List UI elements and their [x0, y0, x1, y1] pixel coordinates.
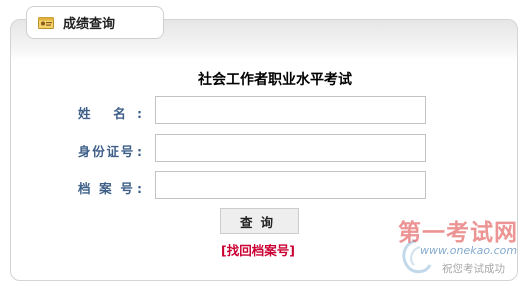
id-number-label-text: 身份证号: [78, 144, 135, 159]
name-input[interactable]: [155, 96, 426, 124]
tab-score-query[interactable]: 成绩查询: [26, 6, 164, 39]
find-file-number-link[interactable]: [找回档案号]: [221, 240, 295, 259]
name-label-colon: :: [137, 106, 142, 121]
name-label-text: 姓 名: [78, 106, 135, 121]
id-number-label-colon: :: [137, 144, 142, 159]
file-number-label: 档 案 号:: [78, 178, 142, 197]
tab-label: 成绩查询: [63, 17, 116, 32]
form-title: 社会工作者职业水平考试: [198, 72, 352, 88]
id-number-input[interactable]: [155, 134, 426, 162]
file-number-label-text: 档 案 号: [78, 181, 135, 196]
name-label: 姓 名:: [78, 103, 142, 122]
id-number-label: 身份证号:: [78, 141, 142, 160]
file-number-input[interactable]: [155, 171, 426, 199]
id-card-icon: [38, 15, 54, 30]
query-button[interactable]: 查询: [220, 208, 299, 234]
file-number-label-colon: :: [137, 181, 142, 196]
